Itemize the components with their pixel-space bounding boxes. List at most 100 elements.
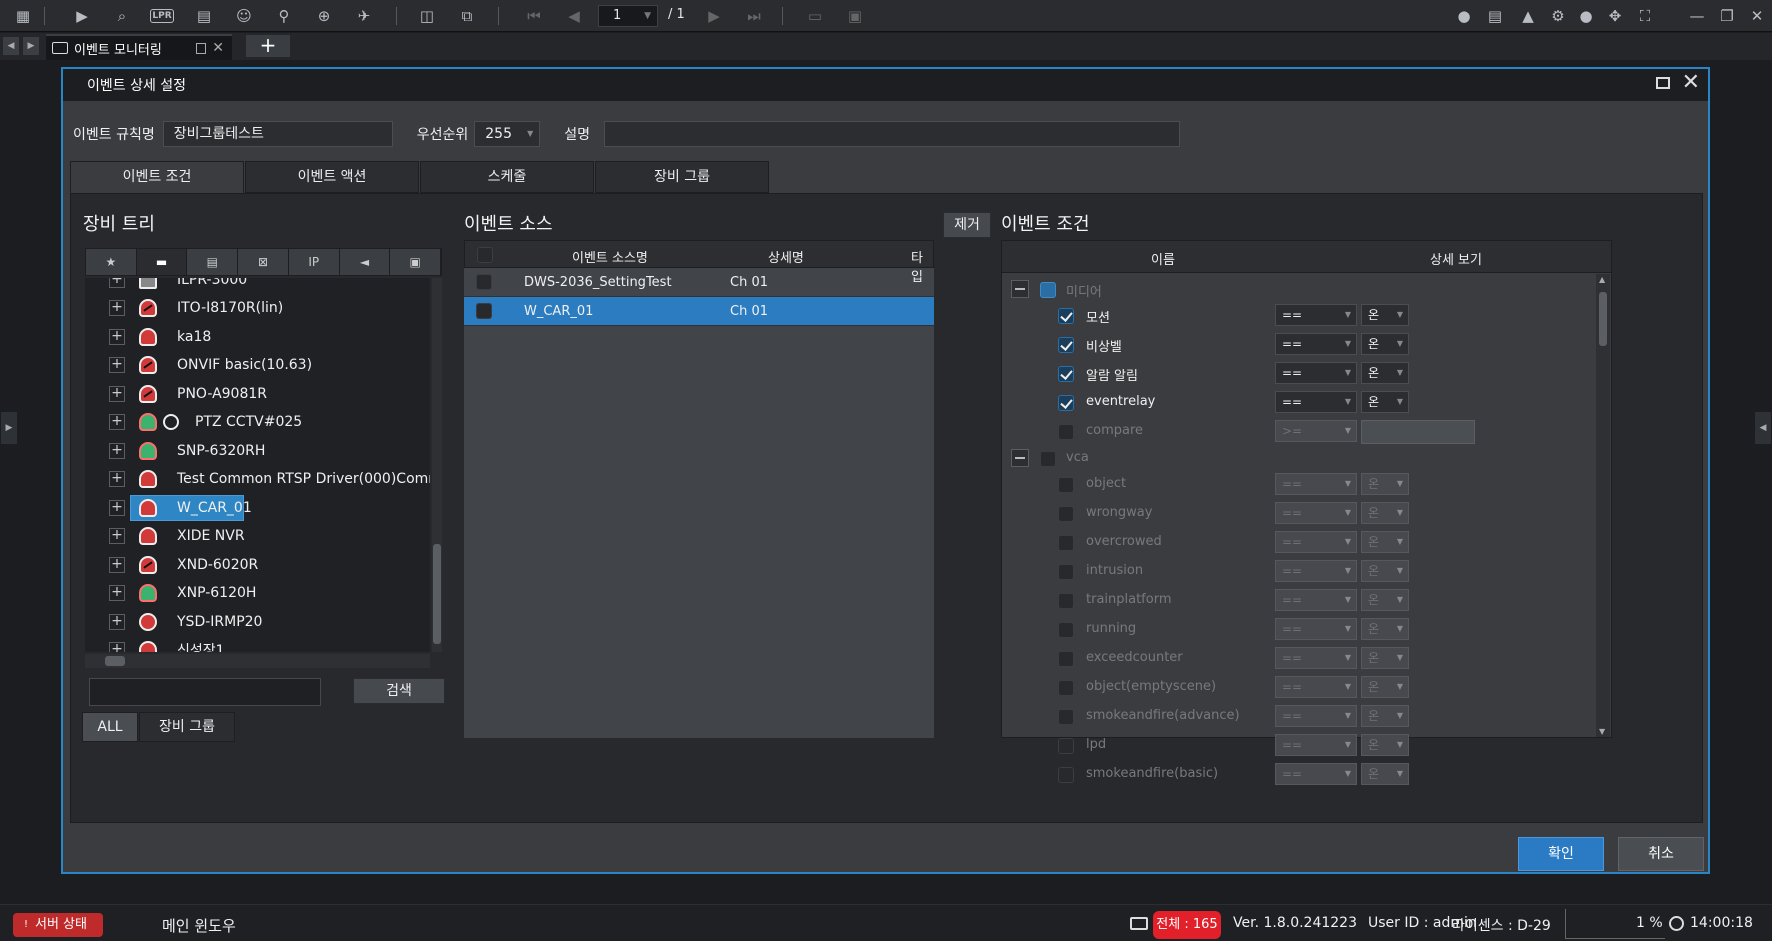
scroll-thumb[interactable] (105, 656, 125, 666)
condition-checkbox[interactable] (1058, 738, 1074, 754)
tab-event-condition[interactable]: 이벤트 조건 (70, 161, 244, 193)
conditions-scrollbar[interactable]: ▲ ▼ (1596, 274, 1610, 737)
operator-select[interactable]: == ▼ (1275, 734, 1357, 756)
select-all-checkbox[interactable] (477, 247, 493, 263)
group-checkbox[interactable] (1040, 451, 1056, 467)
tab-schedule[interactable]: 스케줄 (420, 161, 594, 193)
condition-checkbox[interactable] (1058, 564, 1074, 580)
chat-icon[interactable]: ● (1452, 4, 1476, 28)
tree-item[interactable]: + XNP-6120H (85, 579, 430, 607)
alarm-icon[interactable]: ▲ (1516, 4, 1540, 28)
expand-icon[interactable]: + (109, 329, 125, 345)
value-select[interactable]: 온 ▼ (1361, 618, 1409, 640)
value-select[interactable]: 온 ▼ (1361, 705, 1409, 727)
grid-icon[interactable]: ▦ (11, 4, 35, 28)
total-count-badge[interactable]: 전체 : 165 (1153, 911, 1221, 939)
close-icon[interactable]: ✕ (1745, 4, 1769, 28)
scroll-thumb[interactable] (433, 544, 441, 644)
scroll-down-icon[interactable]: ▼ (1599, 727, 1605, 736)
server-icon[interactable]: ▤ (187, 249, 239, 275)
map-search-icon[interactable]: ⊕ (312, 4, 336, 28)
fullscreen-icon[interactable]: ⛶ (1633, 4, 1657, 28)
lpr-icon[interactable]: LPR (150, 4, 174, 28)
minimize-icon[interactable]: — (1685, 4, 1709, 28)
tree-item[interactable]: + XND-6020R (85, 551, 430, 579)
notification-icon[interactable] (1130, 917, 1148, 930)
camera-icon[interactable]: ◄ (339, 249, 391, 275)
tree-item[interactable]: + XIDE NVR (85, 522, 430, 550)
condition-checkbox[interactable] (1058, 767, 1074, 783)
tab-event-action[interactable]: 이벤트 액션 (245, 161, 419, 193)
expand-icon[interactable]: + (109, 614, 125, 630)
tree-item[interactable]: + 신성장1 (85, 636, 430, 652)
operator-select[interactable]: == ▼ (1275, 618, 1357, 640)
rule-name-input[interactable]: 장비그룹테스트 (162, 121, 393, 147)
tree-item-selected[interactable]: + W_CAR_01 (85, 494, 430, 522)
prev-page-icon[interactable]: ◀ (562, 4, 586, 28)
value-select[interactable]: 온 ▼ (1361, 560, 1409, 582)
tab-all[interactable]: ALL (82, 712, 138, 742)
user-icon[interactable]: ● (1574, 4, 1598, 28)
tree-item[interactable]: + SNP-6320RH (85, 437, 430, 465)
ip-icon[interactable]: IP (288, 249, 340, 275)
favorite-icon[interactable]: ★ (86, 249, 137, 275)
bike-icon[interactable]: ⚲ (272, 4, 296, 28)
expand-icon[interactable]: + (109, 300, 125, 316)
operator-select[interactable]: == ▼ (1275, 676, 1357, 698)
right-panel-toggle-icon[interactable]: ◀ (1755, 412, 1771, 444)
operator-select[interactable]: == ▼ (1275, 531, 1357, 553)
tab-event-monitoring[interactable]: 이벤트 모니터링 ✕ (46, 34, 232, 60)
expand-icon[interactable]: + (109, 500, 125, 516)
condition-checkbox[interactable] (1058, 366, 1074, 382)
page-current-field[interactable]: 1 ▼ (598, 5, 658, 27)
collapse-icon[interactable] (1011, 449, 1029, 467)
tab-device-group[interactable]: 장비 그룹 (595, 161, 769, 193)
operator-select[interactable]: == ▼ (1275, 304, 1357, 326)
layout-icon[interactable]: ◫ (415, 4, 439, 28)
expand-icon[interactable]: + (109, 642, 125, 652)
next-page-icon[interactable]: ▶ (702, 4, 726, 28)
left-panel-toggle-icon[interactable]: ▶ (1, 412, 17, 444)
row-checkbox[interactable] (476, 303, 492, 319)
display-icon[interactable]: ▭ (803, 4, 827, 28)
row-checkbox[interactable] (476, 274, 492, 290)
tab-scroll-right-icon[interactable]: ▶ (23, 37, 39, 55)
operator-select[interactable]: == ▼ (1275, 502, 1357, 524)
value-select[interactable]: 온 ▼ (1361, 304, 1409, 326)
value-select[interactable]: 온 ▼ (1361, 647, 1409, 669)
group-checkbox[interactable] (1040, 282, 1056, 298)
expand-icon[interactable]: + (109, 443, 125, 459)
expand-icon[interactable]: + (109, 386, 125, 402)
pin-icon[interactable] (196, 42, 206, 54)
compare-value-input[interactable] (1361, 420, 1475, 444)
value-select[interactable]: 온 ▼ (1361, 391, 1409, 413)
display2-icon[interactable]: ▣ (843, 4, 867, 28)
condition-checkbox[interactable] (1058, 622, 1074, 638)
condition-checkbox[interactable] (1058, 337, 1074, 353)
tree-horizontal-scrollbar[interactable] (85, 654, 430, 668)
tree-item[interactable]: + ONVIF basic(10.63) (85, 351, 430, 379)
tree-item[interactable]: + Test Common RTSP Driver(000)Commor (85, 465, 430, 493)
tree-item[interactable]: + PNO-A9081R (85, 380, 430, 408)
operator-select[interactable]: == ▼ (1275, 560, 1357, 582)
operator-select[interactable]: == ▼ (1275, 647, 1357, 669)
condition-checkbox[interactable] (1058, 709, 1074, 725)
operator-select[interactable]: == ▼ (1275, 705, 1357, 727)
monitor-add-icon[interactable]: ⧉ (455, 4, 479, 28)
value-select[interactable]: 온 ▼ (1361, 676, 1409, 698)
operator-select[interactable]: == ▼ (1275, 391, 1357, 413)
last-page-icon[interactable]: ⏭ (742, 4, 766, 28)
maximize-icon[interactable] (1656, 77, 1670, 89)
first-page-icon[interactable]: ⏮ (522, 4, 546, 28)
condition-checkbox[interactable] (1058, 477, 1074, 493)
search-button[interactable]: 검색 (353, 678, 445, 704)
remove-button[interactable]: 제거 (943, 212, 991, 238)
expand-icon[interactable]: + (109, 414, 125, 430)
operator-select[interactable]: == ▼ (1275, 333, 1357, 355)
device-icon[interactable]: ⊠ (238, 249, 289, 275)
condition-checkbox[interactable] (1058, 506, 1074, 522)
tree-item[interactable]: + ILPR-3000 (85, 278, 430, 294)
face-search-icon[interactable]: ☺ (232, 4, 256, 28)
value-select[interactable]: 온 ▼ (1361, 502, 1409, 524)
server-status-button[interactable]: 서버 상태 (13, 913, 103, 937)
